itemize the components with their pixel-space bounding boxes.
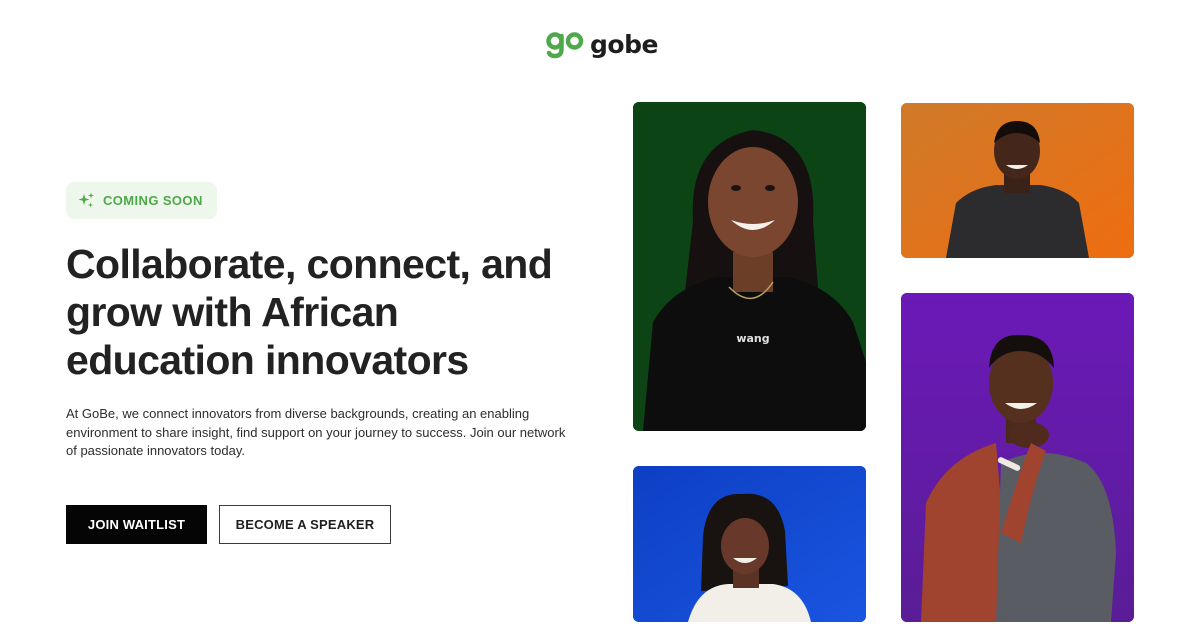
innovator-photo-purple	[901, 293, 1134, 622]
landing-page: gobe COMING SOON Collaborate, connect, a…	[0, 0, 1200, 630]
badge-label: COMING SOON	[103, 193, 203, 208]
innovator-photo-orange	[901, 103, 1134, 258]
join-waitlist-button[interactable]: JOIN WAITLIST	[66, 505, 207, 544]
hero-headline: Collaborate, connect, and grow with Afri…	[66, 241, 553, 383]
sparkle-icon	[78, 192, 95, 209]
go-logo-mark-icon	[546, 30, 584, 60]
brand-name: gobe	[590, 29, 658, 59]
innovator-photo-blue	[633, 466, 866, 622]
become-speaker-button[interactable]: BECOME A SPEAKER	[219, 505, 391, 544]
coming-soon-badge: COMING SOON	[66, 182, 217, 219]
innovator-photo-green: wang	[633, 102, 866, 431]
brand-logo[interactable]: gobe	[546, 30, 658, 60]
hero-description: At GoBe, we connect innovators from dive…	[66, 406, 566, 458]
shirt-text: wang	[736, 332, 769, 345]
